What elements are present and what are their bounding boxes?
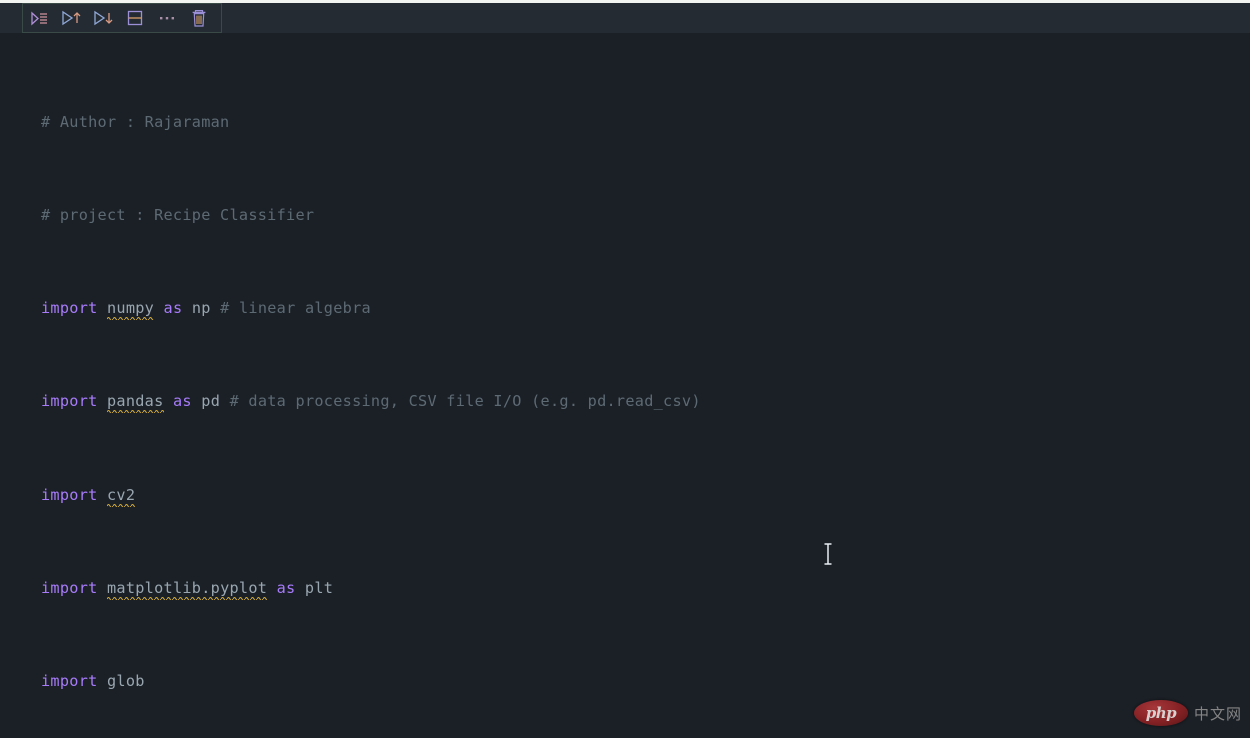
php-logo-icon: php	[1133, 700, 1188, 726]
run-cell-icon[interactable]	[23, 4, 55, 32]
keyword-as: as	[276, 578, 296, 597]
split-cell-icon[interactable]	[119, 4, 151, 32]
editor-gutter	[0, 33, 33, 738]
text-cursor-ibeam	[822, 542, 834, 566]
cell-toolbar-button-group	[22, 3, 222, 33]
code-line: import glob	[41, 670, 1241, 693]
more-options-icon[interactable]	[151, 4, 183, 32]
module-numpy: numpy	[106, 299, 155, 321]
code-line: # project : Recipe Classifier	[41, 204, 1241, 227]
php-logo-text: php	[1145, 704, 1177, 722]
module-glob: glob	[106, 672, 145, 691]
comment-data-processing: # data processing, CSV file I/O (e.g. pd…	[229, 392, 701, 411]
keyword-import: import	[41, 485, 98, 504]
alias-pd: pd	[201, 392, 221, 411]
keyword-import: import	[41, 672, 98, 691]
code-editor-pane[interactable]: # Author : Rajaraman # project : Recipe …	[0, 33, 1250, 738]
code-line: import numpy as np # linear algebra	[41, 297, 1241, 321]
code-line: import pandas as pd # data processing, C…	[41, 390, 1241, 414]
run-above-icon[interactable]	[55, 4, 87, 32]
module-matplotlib: matplotlib.pyplot	[106, 578, 268, 600]
comment-linear-algebra: # linear algebra	[220, 299, 371, 318]
module-pandas: pandas	[106, 392, 164, 414]
keyword-import: import	[41, 578, 98, 597]
code-content[interactable]: # Author : Rajaraman # project : Recipe …	[41, 41, 1241, 738]
comment-project: # project : Recipe Classifier	[41, 206, 315, 225]
code-line: import matplotlib.pyplot as plt	[41, 577, 1241, 600]
keyword-as: as	[163, 299, 183, 318]
alias-np: np	[191, 299, 211, 318]
keyword-import: import	[41, 392, 98, 411]
alias-plt: plt	[304, 578, 334, 597]
site-watermark: php 中文网	[1133, 700, 1242, 726]
watermark-site-text: 中文网	[1193, 704, 1242, 723]
cell-toolbar	[0, 3, 1250, 33]
delete-cell-icon[interactable]	[183, 4, 215, 32]
code-line: import cv2	[41, 484, 1241, 507]
module-cv2: cv2	[106, 485, 136, 507]
comment-author: # Author : Rajaraman	[41, 112, 230, 131]
code-line: # Author : Rajaraman	[41, 111, 1241, 134]
keyword-as: as	[172, 392, 192, 411]
run-below-icon[interactable]	[87, 4, 119, 32]
keyword-import: import	[41, 299, 98, 318]
